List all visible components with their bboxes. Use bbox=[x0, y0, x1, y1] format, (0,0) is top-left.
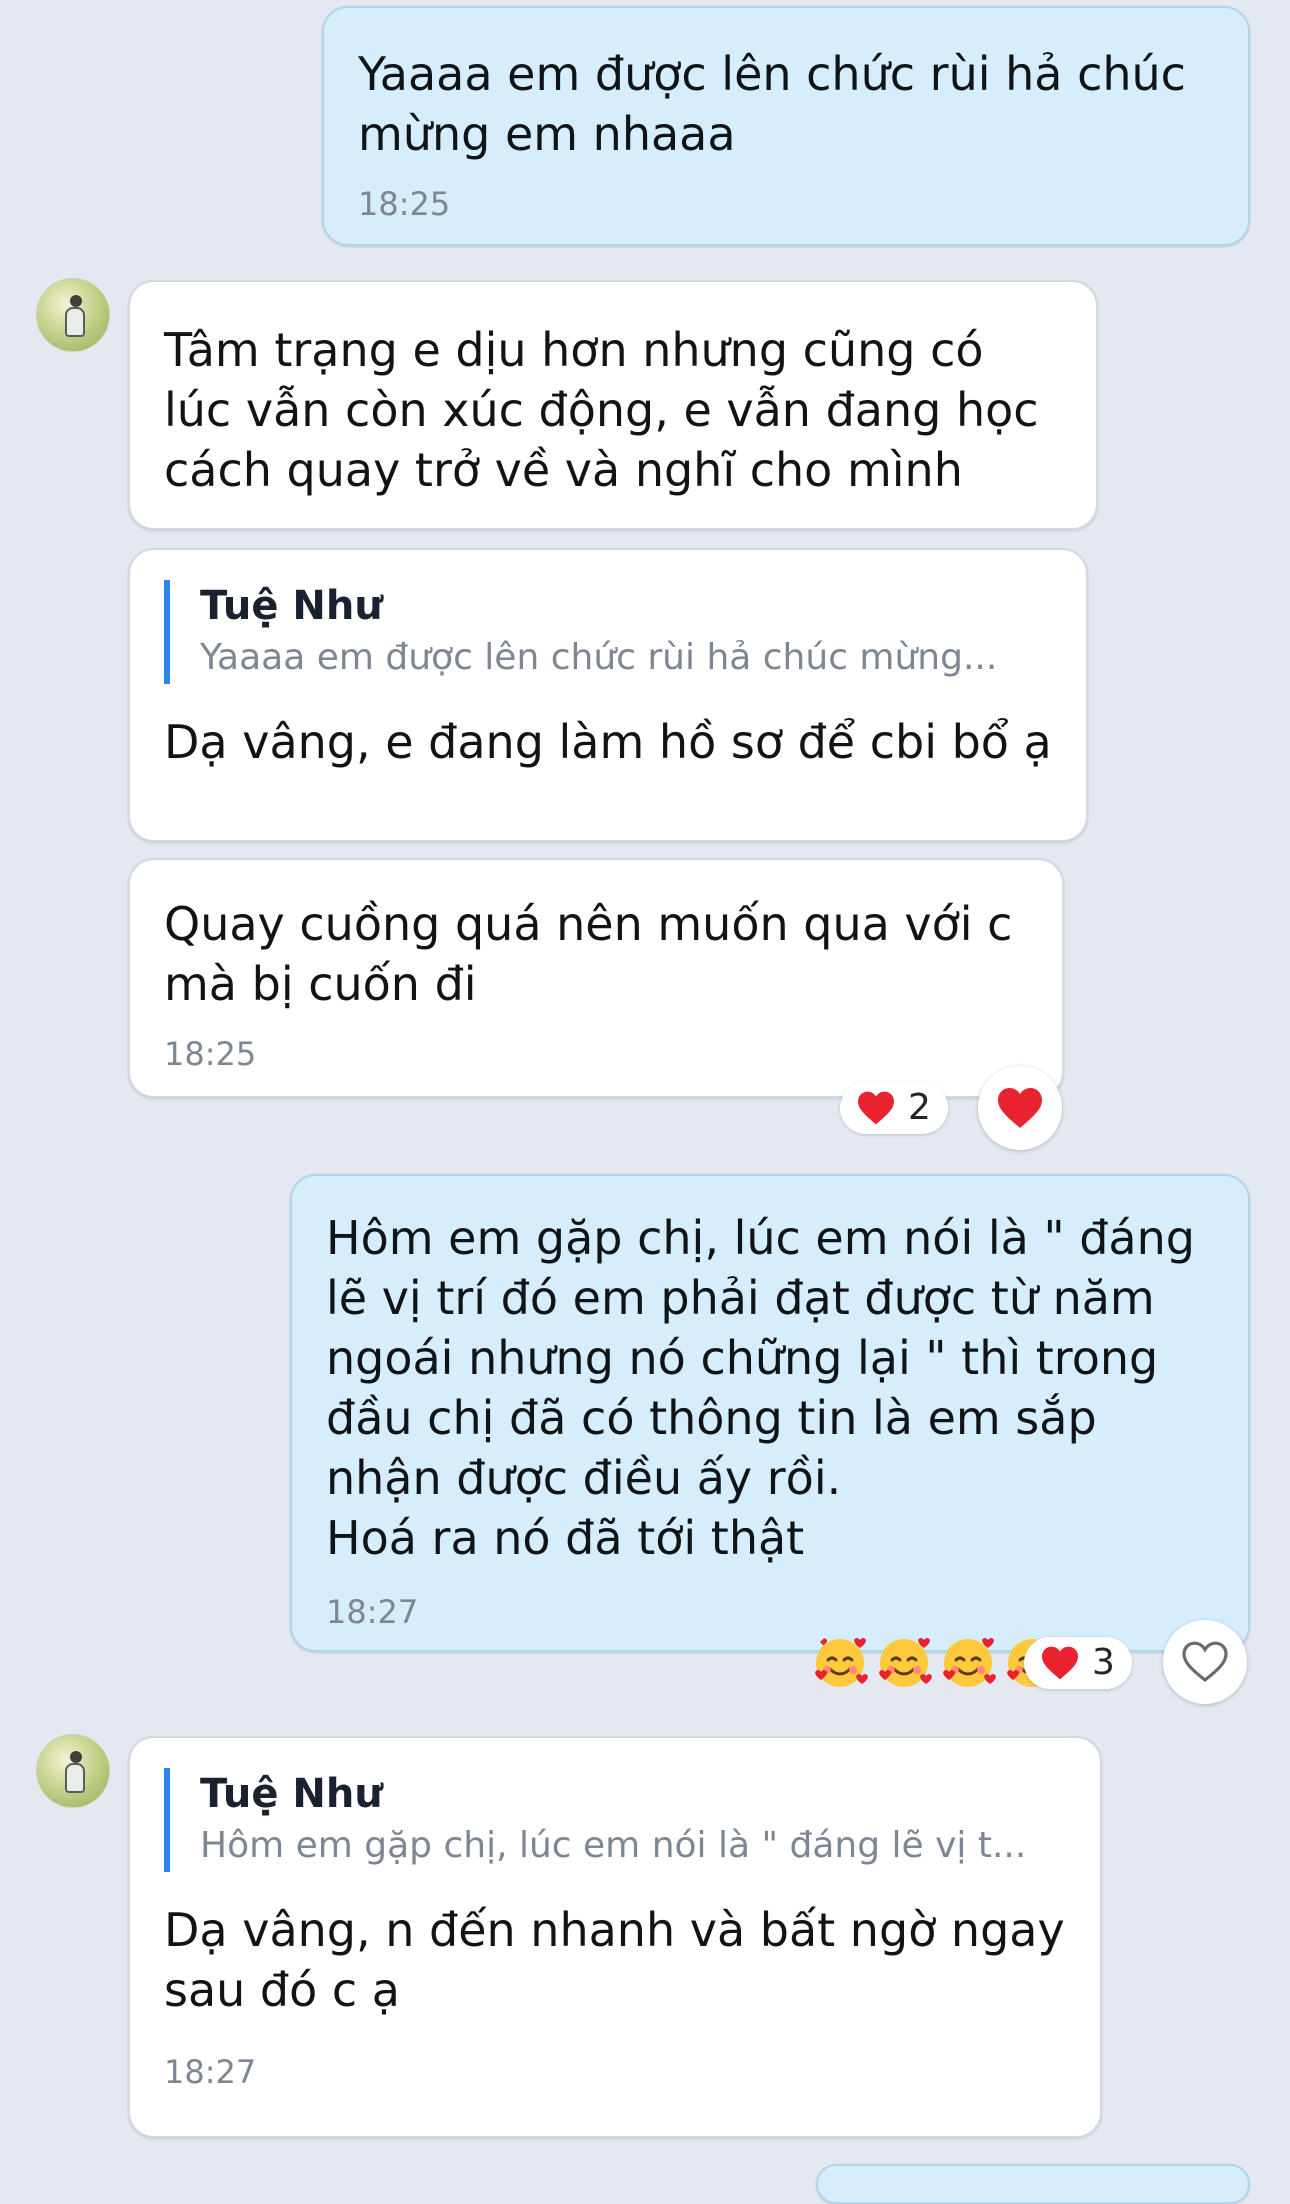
contact-avatar[interactable] bbox=[36, 278, 110, 352]
heart-icon bbox=[1040, 1645, 1080, 1681]
quoted-text: Yaaaa em được lên chức rùi hả chúc mừng.… bbox=[200, 637, 998, 678]
emoji-group bbox=[810, 1512, 1062, 1687]
contact-avatar[interactable] bbox=[36, 1734, 110, 1808]
message-text: Quay cuồng quá nên muốn qua với c mà bị … bbox=[164, 897, 1013, 1011]
quoted-message[interactable]: Tuệ Như Hôm em gặp chị, lúc em nói là " … bbox=[164, 1768, 1066, 1872]
smiling-face-with-hearts-icon bbox=[938, 1512, 998, 1687]
message-incoming[interactable]: Tâm trạng e dịu hơn nhưng cũng có lúc vẫ… bbox=[128, 280, 1098, 530]
quoted-sender-name: Tuệ Như bbox=[200, 583, 383, 629]
message-incoming-reply[interactable]: Tuệ Như Yaaaa em được lên chức rùi hả ch… bbox=[128, 548, 1088, 842]
reaction-count: 2 bbox=[908, 1087, 931, 1128]
message-time: 18:25 bbox=[164, 1035, 257, 1073]
quoted-sender-name: Tuệ Như bbox=[200, 1771, 383, 1817]
message-text: Hôm em gặp chị, lúc em nói là " đáng lẽ … bbox=[326, 1208, 1214, 1687]
message-incoming-reply[interactable]: Tuệ Như Hôm em gặp chị, lúc em nói là " … bbox=[128, 1736, 1102, 2138]
react-button[interactable] bbox=[978, 1066, 1062, 1150]
smiling-face-with-hearts-icon bbox=[874, 1512, 934, 1687]
heart-icon bbox=[856, 1090, 896, 1126]
reaction-summary[interactable]: 3 bbox=[1024, 1637, 1132, 1689]
message-time: 18:25 bbox=[358, 185, 451, 223]
quoted-text: Hôm em gặp chị, lúc em nói là " đáng lẽ … bbox=[200, 1825, 1027, 1866]
message-text: Dạ vâng, n đến nhanh và bất ngờ ngay sau… bbox=[164, 1903, 1065, 2017]
reaction-summary[interactable]: 2 bbox=[840, 1082, 948, 1134]
message-incoming[interactable]: Quay cuồng quá nên muốn qua với c mà bị … bbox=[128, 858, 1064, 1098]
quoted-message[interactable]: Tuệ Như Yaaaa em được lên chức rùi hả ch… bbox=[164, 580, 1052, 684]
react-button[interactable] bbox=[1163, 1620, 1247, 1704]
message-outgoing-partial[interactable] bbox=[816, 2164, 1250, 2204]
message-text: Yaaaa em được lên chức rùi hả chúc mừng … bbox=[358, 47, 1186, 161]
heart-filled-icon bbox=[996, 1086, 1044, 1130]
reaction-count: 3 bbox=[1092, 1642, 1115, 1683]
message-time: 18:27 bbox=[164, 2053, 257, 2091]
message-text-content: Hôm em gặp chị, lúc em nói là " đáng lẽ … bbox=[326, 1211, 1195, 1565]
message-outgoing[interactable]: Yaaaa em được lên chức rùi hả chúc mừng … bbox=[322, 6, 1250, 246]
message-text: Tâm trạng e dịu hơn nhưng cũng có lúc vẫ… bbox=[164, 323, 1039, 497]
message-outgoing[interactable]: Hôm em gặp chị, lúc em nói là " đáng lẽ … bbox=[290, 1174, 1250, 1687]
smiling-face-with-hearts-icon bbox=[1002, 1512, 1062, 1687]
chat-conversation: Yaaaa em được lên chức rùi hả chúc mừng … bbox=[0, 0, 1290, 2204]
smiling-face-with-hearts-icon bbox=[810, 1512, 870, 1687]
message-text: Dạ vâng, e đang làm hồ sơ để cbi bổ ạ bbox=[164, 715, 1052, 769]
heart-outline-icon bbox=[1181, 1640, 1229, 1684]
